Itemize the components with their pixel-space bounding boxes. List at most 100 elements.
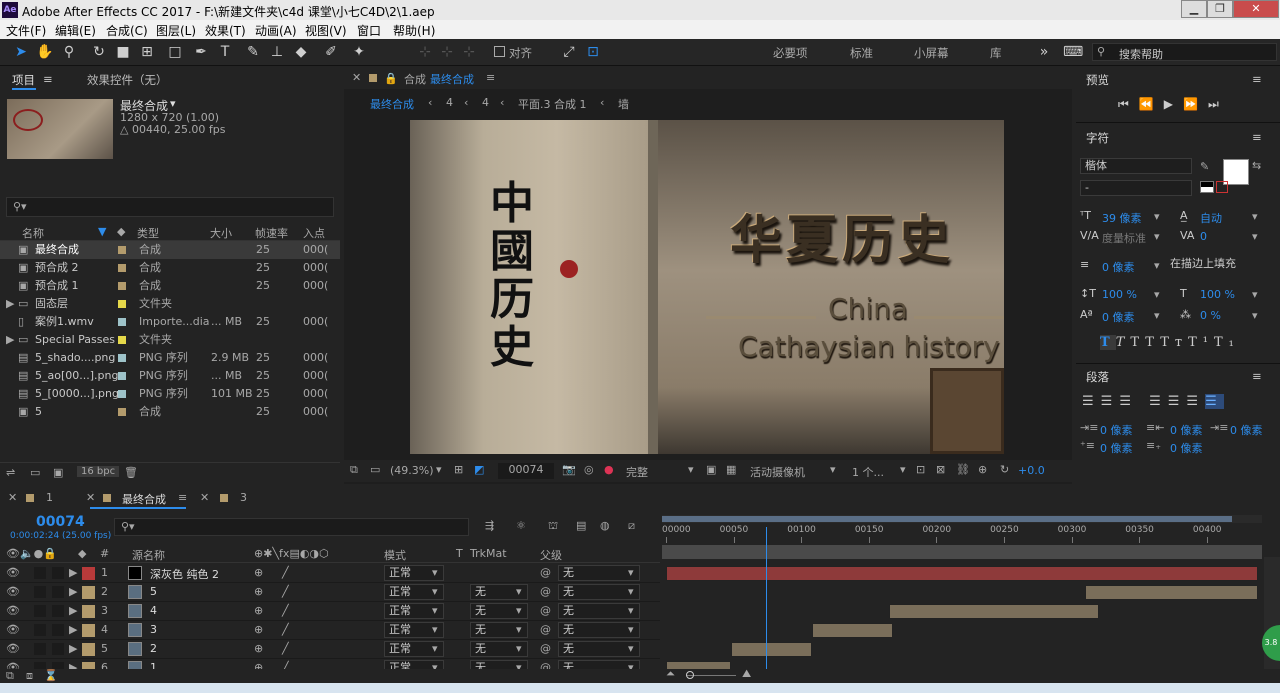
- justify-last-left-icon[interactable]: ☰: [1149, 394, 1168, 409]
- baseline-shift-value[interactable]: 0 像素: [1102, 309, 1135, 325]
- leading-arrow-icon[interactable]: ▾: [1252, 210, 1258, 223]
- layer-label-color[interactable]: [82, 586, 95, 599]
- swap-colors-icon[interactable]: ⇆: [1252, 159, 1261, 172]
- magnification-arrow-icon[interactable]: ▾: [436, 463, 442, 476]
- solo-toggle[interactable]: [34, 567, 46, 579]
- toggle-switches-icon[interactable]: ⧉: [6, 669, 14, 683]
- snap-options-icon[interactable]: ⤢: [560, 43, 578, 61]
- views-arrow-icon[interactable]: ▾: [900, 463, 906, 476]
- graph-editor-icon[interactable]: ⧄: [628, 519, 635, 533]
- tsume-value[interactable]: 0 %: [1200, 309, 1221, 322]
- project-item[interactable]: ▶ ▭ 固态层 文件夹: [0, 295, 340, 313]
- project-item[interactable]: ▣ 预合成 1 合成 25 000(: [0, 277, 340, 295]
- menu-effect[interactable]: 效果(T): [205, 22, 246, 39]
- faux-italic-icon[interactable]: T: [1116, 335, 1131, 350]
- kerning-value[interactable]: 度量标准: [1102, 230, 1146, 246]
- mode-arrow-icon[interactable]: ▾: [432, 566, 438, 579]
- project-item[interactable]: ▯ 案例1.wmv Importe...dia... MB 25 000(: [0, 313, 340, 331]
- close-tab-icon[interactable]: ✕: [200, 491, 209, 504]
- paragraph-menu-icon[interactable]: ≡: [1252, 369, 1262, 383]
- layer-row[interactable]: 👁 ▶ 1 深灰色 纯色 2 ⊕ ╱ 正常 ▾ @ 无 ▾: [0, 564, 660, 583]
- menu-edit[interactable]: 编辑(E): [55, 22, 96, 39]
- space-before-value[interactable]: 0 像素: [1100, 440, 1133, 456]
- viewer-tab-name[interactable]: 最终合成: [430, 71, 474, 87]
- trkmat-arrow-icon[interactable]: ▾: [516, 642, 522, 655]
- toggle-modes-icon[interactable]: ⧈: [26, 669, 33, 683]
- trkmat-arrow-icon[interactable]: ▾: [516, 604, 522, 617]
- layer-row[interactable]: 👁 ▶ 5 2 ⊕ ╱ 正常 ▾ 无 ▾ @ 无 ▾: [0, 640, 660, 659]
- snap-feature-icon[interactable]: ⊡: [584, 43, 602, 61]
- label-swatch[interactable]: [118, 372, 126, 380]
- horizontal-scale-value[interactable]: 100 %: [1200, 288, 1235, 301]
- expand-arrow-icon[interactable]: ▶: [69, 604, 77, 617]
- trkmat-arrow-icon[interactable]: ▾: [516, 585, 522, 598]
- column-fps[interactable]: 帧速率: [255, 225, 288, 241]
- parent-arrow-icon[interactable]: ▾: [628, 585, 634, 598]
- label-swatch[interactable]: [118, 246, 126, 254]
- timeline-tab-1[interactable]: 1: [46, 491, 53, 504]
- lock-toggle[interactable]: [52, 586, 64, 598]
- zoom-tool-icon[interactable]: ⚲: [60, 43, 78, 61]
- snapshot-icon[interactable]: 📷: [562, 463, 576, 476]
- shy-layers-icon[interactable]: ⛫: [548, 519, 558, 534]
- timeline-tab-main[interactable]: 最终合成: [122, 491, 166, 507]
- pick-whip-icon[interactable]: @: [540, 585, 551, 598]
- project-item[interactable]: ▣ 预合成 2 合成 25 000(: [0, 259, 340, 277]
- grid-icon[interactable]: ⊞: [454, 463, 463, 476]
- zoom-in-icon[interactable]: ⛰: [742, 667, 751, 681]
- camera-dropdown[interactable]: 活动摄像机: [750, 464, 805, 480]
- vertical-scale-arrow-icon[interactable]: ▾: [1154, 288, 1160, 301]
- layer-label-color[interactable]: [82, 605, 95, 618]
- layer-bar[interactable]: [889, 604, 1099, 619]
- quality-switch-icon[interactable]: ╱: [282, 642, 289, 655]
- align-left-icon[interactable]: ☰: [1082, 394, 1101, 409]
- composition-canvas[interactable]: 中國历史 华夏历史 China Cathaysian history: [410, 120, 1004, 454]
- viewer-menu-icon[interactable]: ≡: [486, 71, 495, 84]
- sort-arrow-icon[interactable]: ▼: [98, 225, 106, 238]
- indent-right-value[interactable]: 0 像素: [1170, 422, 1203, 438]
- views-dropdown[interactable]: 1 个...: [852, 464, 884, 480]
- selection-tool-icon[interactable]: ➤: [12, 43, 30, 61]
- leading-value[interactable]: 自动: [1200, 210, 1222, 226]
- column-size[interactable]: 大小: [210, 225, 232, 241]
- vertical-scale-value[interactable]: 100 %: [1102, 288, 1137, 301]
- parent-arrow-icon[interactable]: ▾: [628, 604, 634, 617]
- camera-arrow-icon[interactable]: ▾: [830, 463, 836, 476]
- menu-view[interactable]: 视图(V): [305, 22, 347, 39]
- frame-blending-icon[interactable]: ▤: [576, 519, 586, 532]
- column-in[interactable]: 入点: [303, 225, 325, 241]
- project-item[interactable]: ▶ ▭ Special Passes 文件夹: [0, 331, 340, 349]
- label-swatch[interactable]: [118, 336, 126, 344]
- trkmat-arrow-icon[interactable]: ▾: [516, 623, 522, 636]
- eye-icon[interactable]: 👁: [6, 604, 20, 617]
- layer-bar[interactable]: [812, 623, 894, 638]
- breadcrumb-item[interactable]: 平面.3 合成 1: [518, 96, 587, 112]
- layer-bar[interactable]: [666, 566, 1258, 581]
- subscript-icon[interactable]: T₁: [1214, 335, 1240, 350]
- align-center-icon[interactable]: ☰: [1101, 394, 1120, 409]
- help-search-input[interactable]: 搜索帮助: [1119, 46, 1163, 62]
- rotate-tool-icon[interactable]: ↻: [90, 43, 108, 61]
- lock-toggle[interactable]: [52, 624, 64, 636]
- close-tab-icon[interactable]: ✕: [86, 491, 95, 504]
- render-time-icon[interactable]: ⌛: [44, 669, 58, 682]
- label-swatch[interactable]: [118, 264, 126, 272]
- layer-row[interactable]: 👁 ▶ 2 5 ⊕ ╱ 正常 ▾ 无 ▾ @ 无 ▾: [0, 583, 660, 602]
- workspace-libraries[interactable]: 库: [990, 45, 1002, 61]
- mode-arrow-icon[interactable]: ▾: [432, 623, 438, 636]
- hand-tool-icon[interactable]: ✋: [36, 43, 54, 61]
- timeline-timecode[interactable]: 00074: [36, 514, 85, 530]
- local-axis-icon[interactable]: ⊹: [416, 43, 434, 61]
- playhead[interactable]: [766, 527, 768, 677]
- brush-tool-icon[interactable]: ✎: [244, 43, 262, 61]
- pick-whip-icon[interactable]: @: [540, 623, 551, 636]
- layer-bar[interactable]: [1085, 585, 1258, 600]
- pan-behind-tool-icon[interactable]: ⊞: [138, 43, 156, 61]
- label-swatch[interactable]: [118, 390, 126, 398]
- layer-label-color[interactable]: [82, 643, 95, 656]
- parent-arrow-icon[interactable]: ▾: [628, 642, 634, 655]
- layer-row[interactable]: 👁 ▶ 3 4 ⊕ ╱ 正常 ▾ 无 ▾ @ 无 ▾: [0, 602, 660, 621]
- toggle-pixel-icon[interactable]: ⊡: [916, 463, 925, 476]
- project-item[interactable]: ▤ 5_ao[00...].png PNG 序列 ... MB 25 000(: [0, 367, 340, 385]
- faux-bold-icon[interactable]: T: [1100, 335, 1116, 350]
